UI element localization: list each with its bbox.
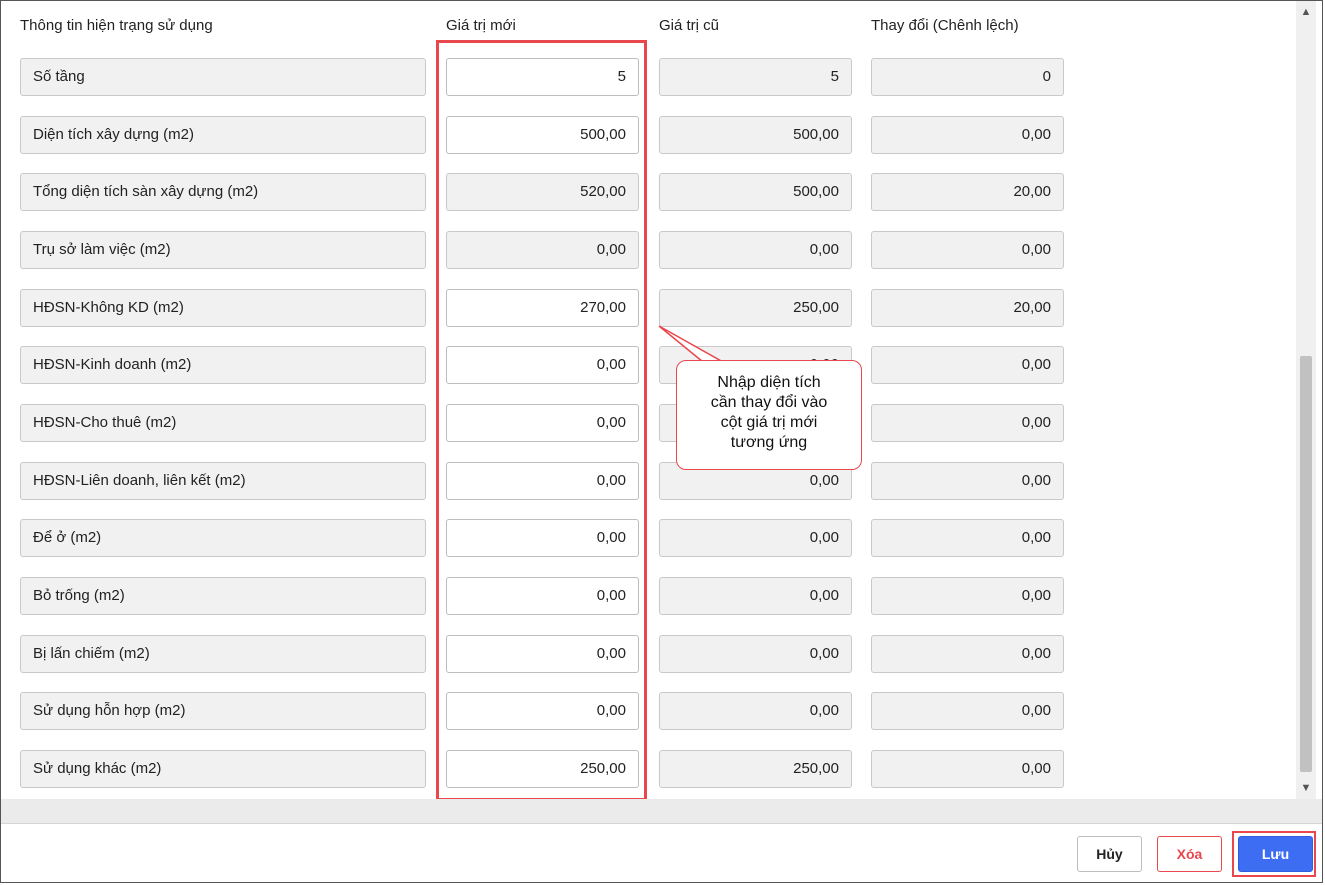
row-label: Tổng diện tích sàn xây dựng (m2) — [20, 173, 426, 211]
row-label: Để ở (m2) — [20, 519, 426, 557]
table-row: Số tầng 5 5 0 — [1, 58, 1296, 96]
table-row: Sử dụng khác (m2) 250,00 250,00 0,00 — [1, 750, 1296, 788]
difference-field: 0,00 — [871, 462, 1064, 500]
new-value-input[interactable]: 250,00 — [446, 750, 639, 788]
new-value-input[interactable]: 0,00 — [446, 404, 639, 442]
difference-field: 0,00 — [871, 346, 1064, 384]
difference-field: 20,00 — [871, 289, 1064, 327]
old-value-field: 0,00 — [659, 519, 852, 557]
table-row: HĐSN-Không KD (m2) 270,00 250,00 20,00 — [1, 289, 1296, 327]
cancel-button[interactable]: Hủy — [1077, 836, 1142, 872]
row-label: Diện tích xây dựng (m2) — [20, 116, 426, 154]
old-value-field: 5 — [659, 58, 852, 96]
row-label: Sử dụng hỗn hợp (m2) — [20, 692, 426, 730]
old-value-field: 0,00 — [659, 692, 852, 730]
row-label: HĐSN-Liên doanh, liên kết (m2) — [20, 462, 426, 500]
difference-field: 20,00 — [871, 173, 1064, 211]
table-row: Bỏ trống (m2) 0,00 0,00 0,00 — [1, 577, 1296, 615]
table-row: Để ở (m2) 0,00 0,00 0,00 — [1, 519, 1296, 557]
header-info: Thông tin hiện trạng sử dụng — [20, 17, 213, 34]
old-value-field: 0,00 — [659, 231, 852, 269]
difference-field: 0,00 — [871, 692, 1064, 730]
row-label: Bỏ trống (m2) — [20, 577, 426, 615]
new-value-input[interactable]: 0,00 — [446, 635, 639, 673]
tooltip-line: cần thay đổi vào — [710, 394, 828, 411]
table-row: HĐSN-Cho thuê (m2)0,000,000,00 — [1, 404, 1296, 442]
table-row: Tổng diện tích sàn xây dựng (m2) 520,00 50… — [1, 173, 1296, 211]
difference-field: 0 — [871, 58, 1064, 96]
new-value-input[interactable]: 0,00 — [446, 692, 639, 730]
old-value-field: 0,00 — [659, 577, 852, 615]
new-value-input[interactable]: 0,00 — [446, 577, 639, 615]
row-label: Sử dụng khác (m2) — [20, 750, 426, 788]
delete-button[interactable]: Xóa — [1157, 836, 1222, 872]
form-content: Thông tin hiện trạng sử dụng Giá trị mới… — [1, 1, 1296, 799]
scroll-down-arrow-icon[interactable]: ▼ — [1296, 779, 1316, 797]
old-value-field: 0,00 — [659, 635, 852, 673]
new-value-input[interactable]: 5 — [446, 58, 639, 96]
save-button[interactable]: Lưu — [1238, 836, 1313, 872]
tooltip-line: Nhập diện tích — [717, 374, 821, 391]
tooltip-pointer — [658, 325, 725, 363]
table-row: Diện tích xây dựng (m2) 500,00 500,00 0,00 — [1, 116, 1296, 154]
difference-field: 0,00 — [871, 750, 1064, 788]
table-row: HĐSN-Liên doanh, liên kết (m2) 0,00 0,00 0,… — [1, 462, 1296, 500]
scroll-thumb[interactable] — [1300, 356, 1312, 772]
difference-field: 0,00 — [871, 404, 1064, 442]
row-label: HĐSN-Không KD (m2) — [20, 289, 426, 327]
table-row: Sử dụng hỗn hợp (m2) 0,00 0,00 0,00 — [1, 692, 1296, 730]
new-value-input[interactable]: 500,00 — [446, 116, 639, 154]
difference-field: 0,00 — [871, 635, 1064, 673]
row-label: Số tầng — [20, 58, 426, 96]
new-value-input[interactable]: 270,00 — [446, 289, 639, 327]
new-value-input[interactable]: 0,00 — [446, 462, 639, 500]
vertical-scrollbar[interactable]: ▲ ▼ — [1296, 1, 1316, 799]
table-row: HĐSN-Kinh doanh (m2)0,000,000,00 — [1, 346, 1296, 384]
difference-field: 0,00 — [871, 116, 1064, 154]
new-value-input: 520,00 — [446, 173, 639, 211]
row-label: HĐSN-Kinh doanh (m2) — [20, 346, 426, 384]
new-value-input: 0,00 — [446, 231, 639, 269]
table-row: Bị lấn chiếm (m2) 0,00 0,00 0,00 — [1, 635, 1296, 673]
new-value-input[interactable]: 0,00 — [446, 519, 639, 557]
row-label: HĐSN-Cho thuê (m2) — [20, 404, 426, 442]
table-row: Trụ sở làm việc (m2) 0,00 0,00 0,00 — [1, 231, 1296, 269]
tooltip-line: cột giá trị mới — [720, 414, 818, 431]
difference-field: 0,00 — [871, 577, 1064, 615]
new-value-input[interactable]: 0,00 — [446, 346, 639, 384]
header-new-value: Giá trị mới — [446, 17, 516, 34]
difference-field: 0,00 — [871, 231, 1064, 269]
header-difference: Thay đổi (Chênh lệch) — [871, 17, 1019, 34]
old-value-field: 500,00 — [659, 116, 852, 154]
difference-field: 0,00 — [871, 519, 1064, 557]
hint-tooltip: Nhập diện tích cần thay đổi vào cột giá … — [676, 360, 862, 470]
row-label: Bị lấn chiếm (m2) — [20, 635, 426, 673]
footer-separator — [1, 799, 1322, 824]
header-old-value: Giá trị cũ — [659, 17, 720, 34]
old-value-field: 250,00 — [659, 750, 852, 788]
row-label: Trụ sở làm việc (m2) — [20, 231, 426, 269]
tooltip-line: tương ứng — [730, 434, 808, 451]
old-value-field: 500,00 — [659, 173, 852, 211]
scroll-up-arrow-icon[interactable]: ▲ — [1296, 3, 1316, 21]
